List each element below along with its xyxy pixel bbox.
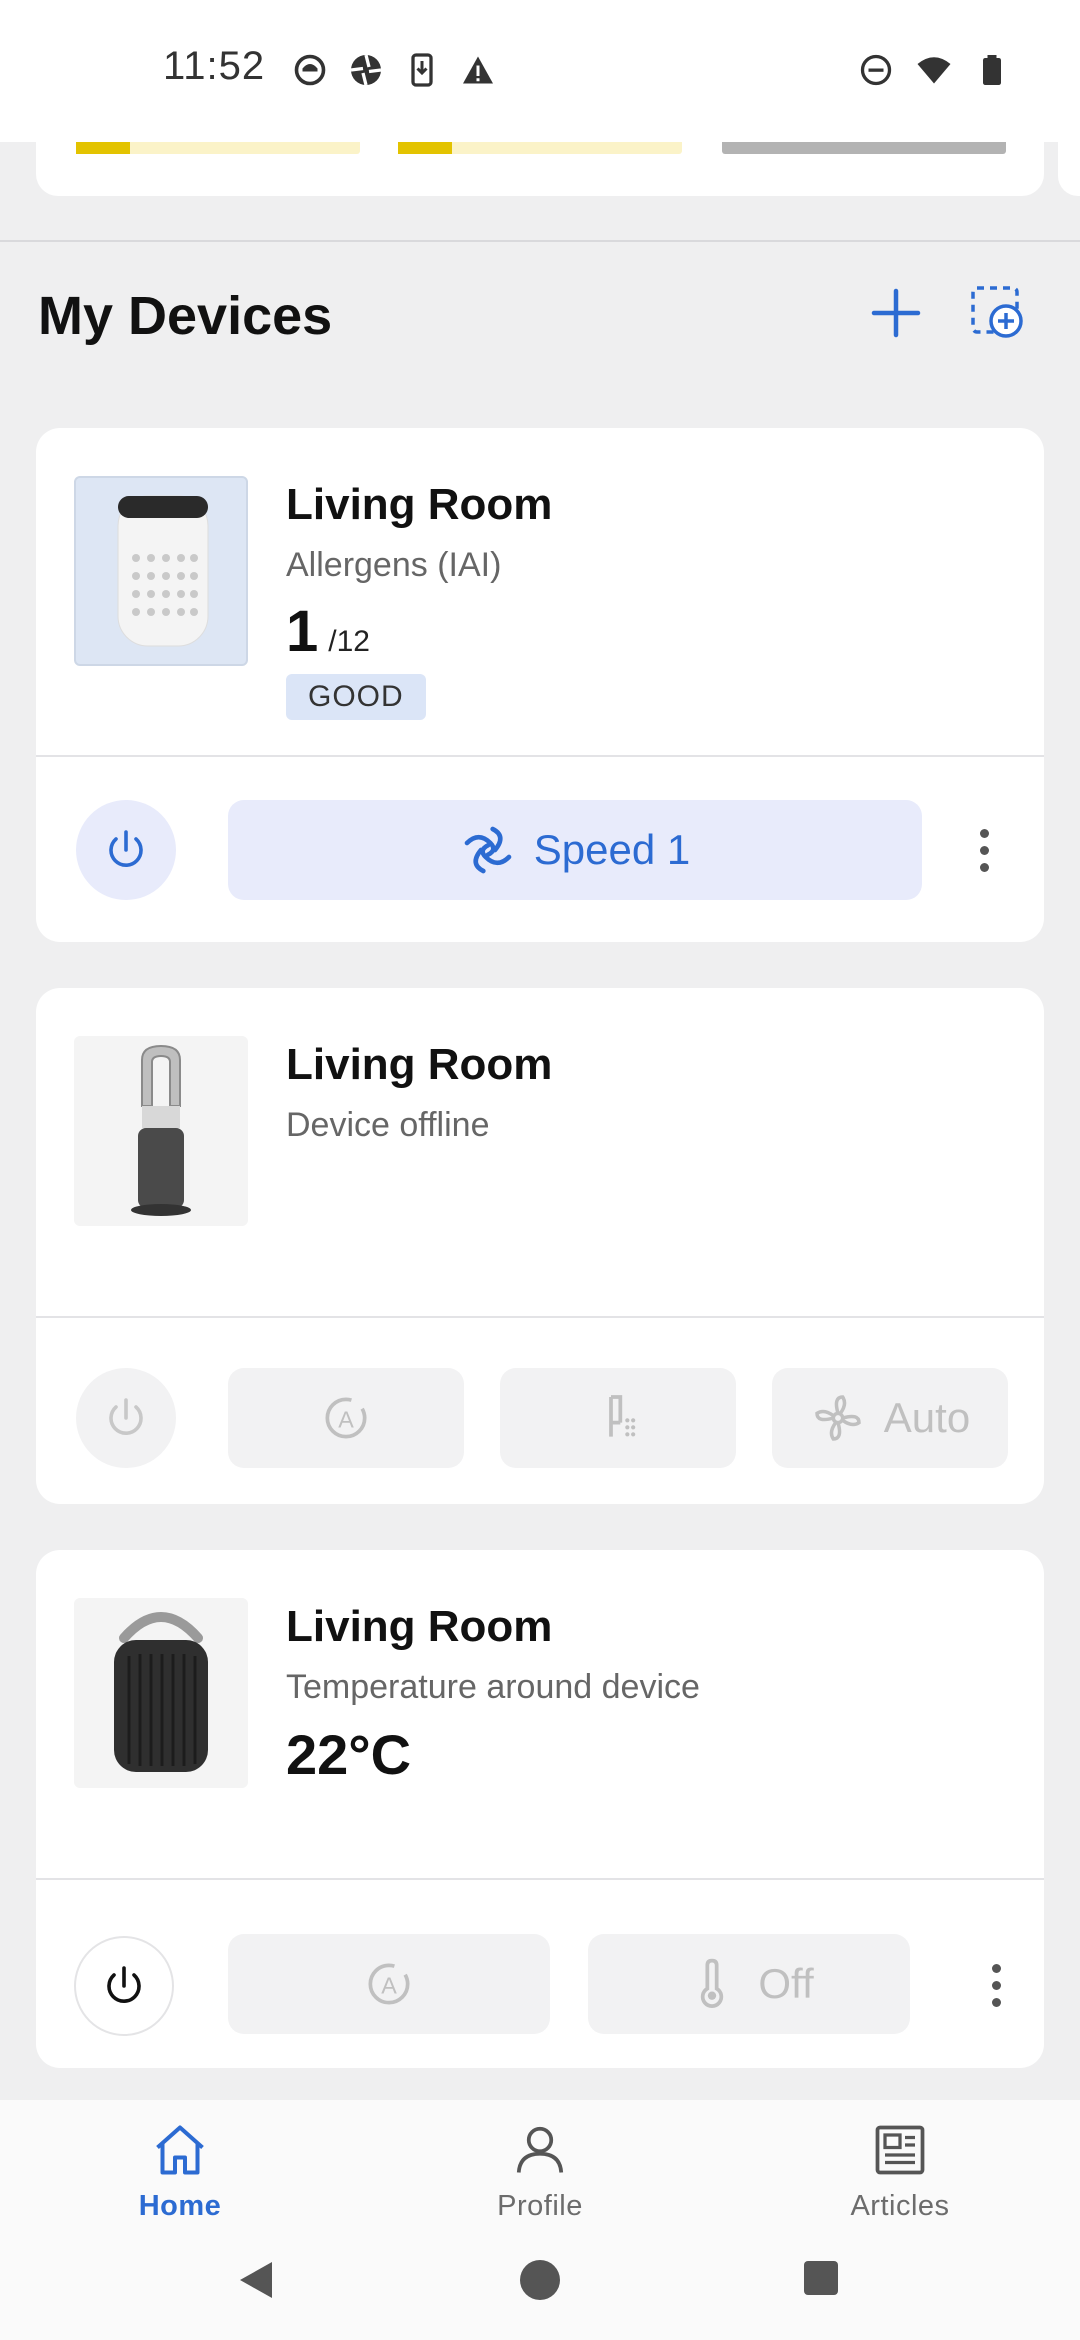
card-divider (36, 1316, 1044, 1318)
add-device-scan-icon[interactable] (968, 283, 1028, 343)
card-divider (36, 1878, 1044, 1880)
recents-icon[interactable] (802, 2258, 840, 2298)
device-thumbnail (74, 1598, 248, 1788)
device-card-purifier[interactable]: Living Room Allergens (IAI) 1 /12 GOOD S… (36, 428, 1044, 942)
fan-icon (815, 1395, 861, 1441)
plus-icon[interactable] (866, 283, 926, 343)
fan-mode-label: Auto (883, 1394, 971, 1441)
download-icon (411, 53, 433, 87)
device-thumbnail (74, 476, 248, 666)
power-button[interactable] (74, 1936, 174, 2036)
nav-articles[interactable]: Articles (810, 2120, 990, 2223)
svg-text:A: A (338, 1406, 354, 1432)
section-divider (0, 240, 1080, 242)
home-icon (156, 2125, 204, 2175)
device-status: Device offline (286, 1106, 490, 1144)
aqi-bar (398, 142, 682, 154)
air-quality-card[interactable] (36, 142, 1044, 196)
wifi-icon (917, 57, 951, 84)
device-name: Living Room (286, 1040, 553, 1089)
card-divider (36, 755, 1044, 757)
warning-icon (463, 56, 493, 84)
aqi-bar (76, 142, 360, 154)
status-bar: 11:52 (0, 0, 1080, 142)
device-thumbnail (74, 1036, 248, 1226)
more-icon[interactable] (964, 820, 1004, 880)
power-button[interactable] (76, 800, 176, 900)
svg-text:A: A (381, 1972, 397, 1998)
do-not-disturb-icon (860, 54, 892, 86)
device-card-heater[interactable]: Living Room Temperature around device 22… (36, 1550, 1044, 2068)
nav-label: Profile (497, 2190, 583, 2222)
aqi-bar (722, 142, 1006, 154)
profile-icon (516, 2126, 564, 2173)
heat-label: Off (758, 1960, 814, 2007)
device-metric-label: Allergens (IAI) (286, 546, 502, 584)
speed-button[interactable]: Speed 1 (228, 800, 922, 900)
head-icon (294, 54, 326, 86)
aqi-value: 1 (286, 599, 319, 664)
power-icon (109, 1398, 143, 1435)
temperature-value: 22°C (286, 1723, 412, 1786)
status-time: 11:52 (163, 44, 266, 88)
device-name: Living Room (286, 1602, 553, 1651)
articles-icon (875, 2125, 925, 2175)
more-icon[interactable] (976, 1955, 1016, 2015)
auto-mode-button[interactable]: A (228, 1934, 550, 2034)
auto-mode-icon: A (368, 1963, 410, 2005)
humidity-button[interactable] (500, 1368, 736, 1468)
nav-label: Home (138, 2190, 222, 2222)
aqi-max: /12 (328, 625, 370, 658)
thermometer-icon (701, 1958, 724, 2008)
battery-icon (983, 55, 1001, 85)
aperture-icon (350, 54, 382, 86)
nav-home[interactable]: Home (90, 2120, 270, 2223)
back-icon[interactable] (236, 2258, 276, 2302)
device-card-tower-fan[interactable]: Living Room Device offline A Auto (36, 988, 1044, 1504)
power-icon (109, 830, 143, 867)
home-circle-icon[interactable] (518, 2258, 562, 2302)
next-card-peek[interactable] (1058, 142, 1080, 196)
fan-mode-button[interactable]: Auto (772, 1368, 1008, 1468)
nav-profile[interactable]: Profile (450, 2120, 630, 2223)
device-metric-label: Temperature around device (286, 1668, 700, 1706)
auto-mode-icon: A (325, 1397, 367, 1439)
power-icon (107, 1966, 141, 2003)
nav-label: Articles (850, 2190, 950, 2222)
bottom-nav: Home Profile Articles (0, 2100, 1080, 2340)
speed-label: Speed 1 (533, 826, 691, 873)
humidity-icon (609, 1395, 636, 1437)
power-button[interactable] (76, 1368, 176, 1468)
device-name: Living Room (286, 480, 553, 529)
status-badge: GOOD (286, 674, 426, 720)
auto-mode-button[interactable]: A (228, 1368, 464, 1468)
section-title: My Devices (38, 286, 333, 346)
heat-button[interactable]: Off (588, 1934, 910, 2034)
fan-speed-icon (464, 826, 512, 874)
